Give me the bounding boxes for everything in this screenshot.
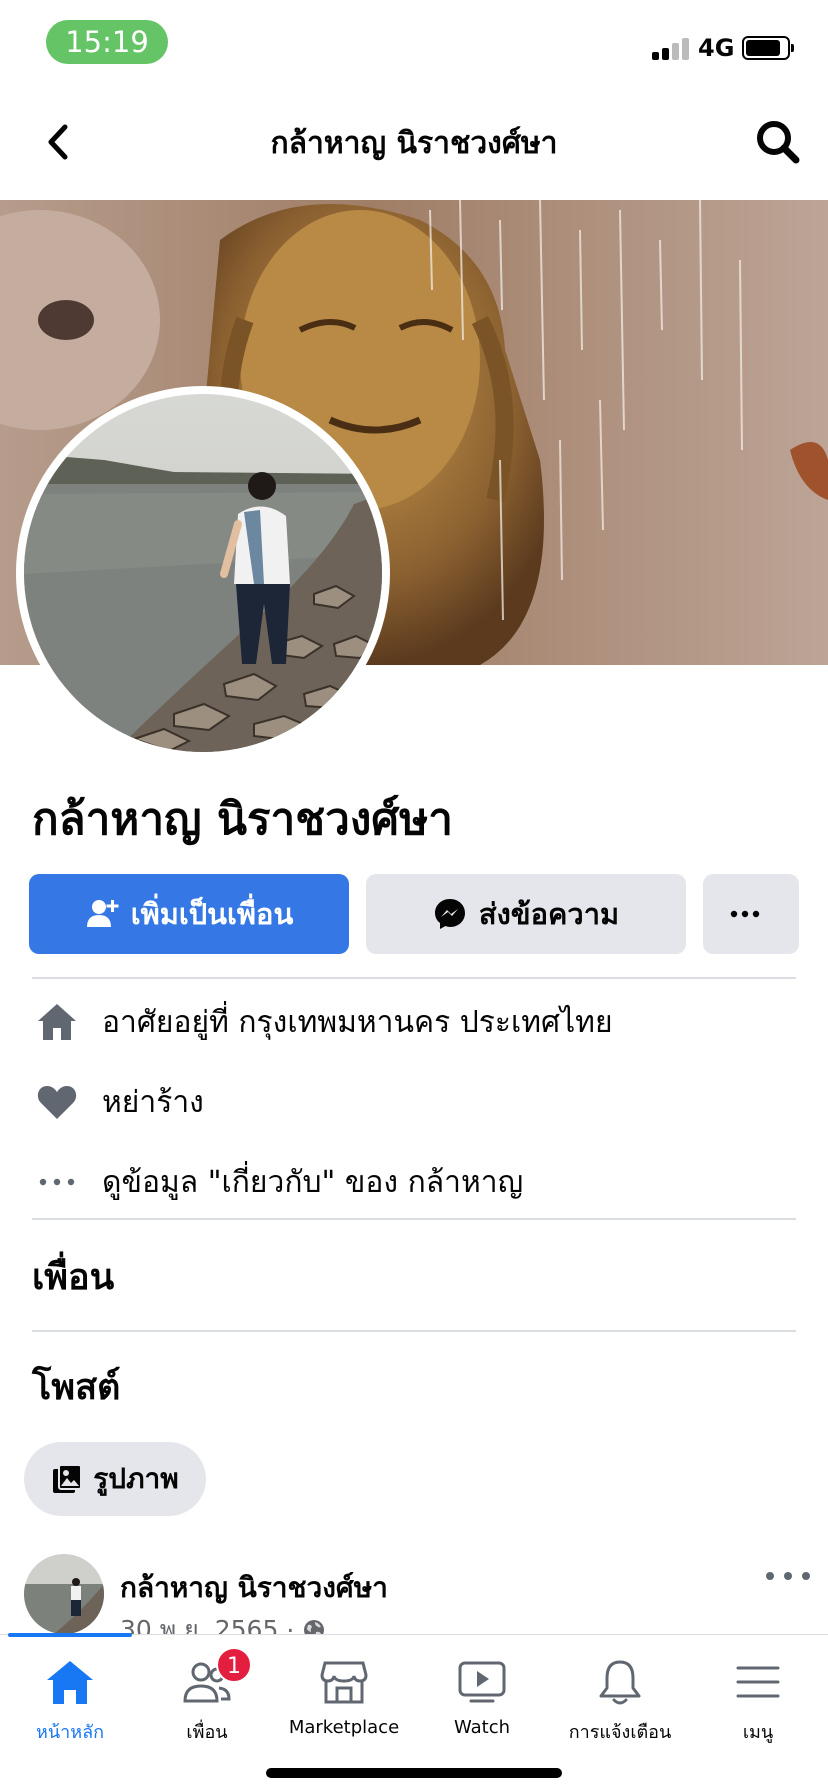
more-icon bbox=[730, 910, 760, 918]
add-friend-button[interactable]: เพิ่มเป็นเพื่อน bbox=[29, 874, 349, 954]
active-tab-indicator bbox=[8, 1633, 132, 1637]
add-friend-label: เพิ่มเป็นเพื่อน bbox=[130, 897, 294, 931]
tab-watch-label: Watch bbox=[453, 1717, 511, 1738]
chevron-left-icon bbox=[48, 124, 68, 160]
tab-marketplace-label: Marketplace bbox=[288, 1717, 400, 1738]
network-label: 4G bbox=[698, 34, 735, 62]
divider bbox=[32, 1218, 796, 1220]
photos-icon bbox=[53, 1464, 83, 1493]
add-friend-icon bbox=[86, 900, 119, 927]
tab-home-label: หน้าหลัก bbox=[35, 1722, 105, 1743]
post-author-avatar[interactable] bbox=[24, 1554, 104, 1634]
marketplace-icon bbox=[320, 1661, 368, 1704]
message-label: ส่งข้อความ bbox=[478, 897, 620, 931]
status-time: 15:19 bbox=[46, 20, 168, 64]
friends-section-title: เพื่อน bbox=[32, 1257, 115, 1298]
info-lives-in: อาศัยอยู่ที่ กรุงเทพมหานคร ประเทศไทย bbox=[32, 992, 796, 1052]
profile-actions: เพิ่มเป็นเพื่อน ส่งข้อความ bbox=[29, 874, 799, 954]
watch-icon bbox=[458, 1661, 506, 1703]
battery-icon bbox=[742, 36, 790, 60]
tab-marketplace[interactable]: Marketplace bbox=[275, 1653, 413, 1753]
lives-in-text: อาศัยอยู่ที่ กรุงเทพมหานคร ประเทศไทย bbox=[102, 1004, 613, 1040]
post-author-name[interactable]: กล้าหาญ นิราชวงศ์ษา bbox=[120, 1566, 388, 1610]
friends-badge: 1 bbox=[216, 1647, 252, 1683]
photos-label: รูปภาพ bbox=[93, 1462, 179, 1495]
post-options-button[interactable] bbox=[766, 1564, 810, 1588]
search-button[interactable] bbox=[752, 116, 804, 168]
tab-notifications[interactable]: การแจ้งเตือน bbox=[551, 1653, 689, 1753]
tab-home[interactable]: หน้าหลัก bbox=[1, 1653, 139, 1753]
home-icon bbox=[32, 997, 82, 1047]
menu-icon bbox=[736, 1666, 780, 1698]
home-icon bbox=[47, 1661, 93, 1704]
divider bbox=[32, 1330, 796, 1332]
tab-friends[interactable]: 1 เพื่อน bbox=[138, 1647, 276, 1753]
back-button[interactable] bbox=[28, 112, 88, 172]
relationship-text: หย่าร้าง bbox=[102, 1084, 204, 1120]
messenger-icon bbox=[434, 899, 465, 929]
profile-picture[interactable] bbox=[16, 386, 390, 760]
more-options-button[interactable] bbox=[703, 874, 799, 954]
tab-menu-label: เมนู bbox=[742, 1722, 774, 1743]
tab-menu[interactable]: เมนู bbox=[689, 1653, 827, 1753]
search-icon bbox=[757, 121, 800, 164]
message-button[interactable]: ส่งข้อความ bbox=[366, 874, 686, 954]
see-about-link[interactable]: ดูข้อมูล "เกี่ยวกับ" ของ กล้าหาญ bbox=[32, 1152, 796, 1212]
top-navigation: กล้าหาญ นิราชวงศ์ษา bbox=[0, 90, 828, 200]
page-title: กล้าหาญ นิราชวงศ์ษา bbox=[270, 126, 558, 161]
divider bbox=[32, 977, 796, 979]
photos-filter-button[interactable]: รูปภาพ bbox=[24, 1442, 206, 1516]
profile-name: กล้าหาญ นิราชวงศ์ษา bbox=[32, 794, 453, 845]
tab-notifications-label: การแจ้งเตือน bbox=[568, 1722, 672, 1743]
bell-icon bbox=[599, 1660, 641, 1705]
heart-icon bbox=[32, 1077, 82, 1127]
more-dots-icon bbox=[32, 1157, 82, 1207]
see-about-text: ดูข้อมูล "เกี่ยวกับ" ของ กล้าหาญ bbox=[102, 1164, 524, 1200]
status-bar: 15:19 4G bbox=[0, 0, 828, 90]
tab-friends-label: เพื่อน bbox=[186, 1722, 228, 1743]
tab-watch[interactable]: Watch bbox=[413, 1653, 551, 1753]
signal-icon bbox=[652, 38, 690, 60]
info-relationship: หย่าร้าง bbox=[32, 1072, 796, 1132]
home-indicator bbox=[266, 1768, 562, 1778]
posts-section-title: โพสต์ bbox=[32, 1367, 121, 1408]
